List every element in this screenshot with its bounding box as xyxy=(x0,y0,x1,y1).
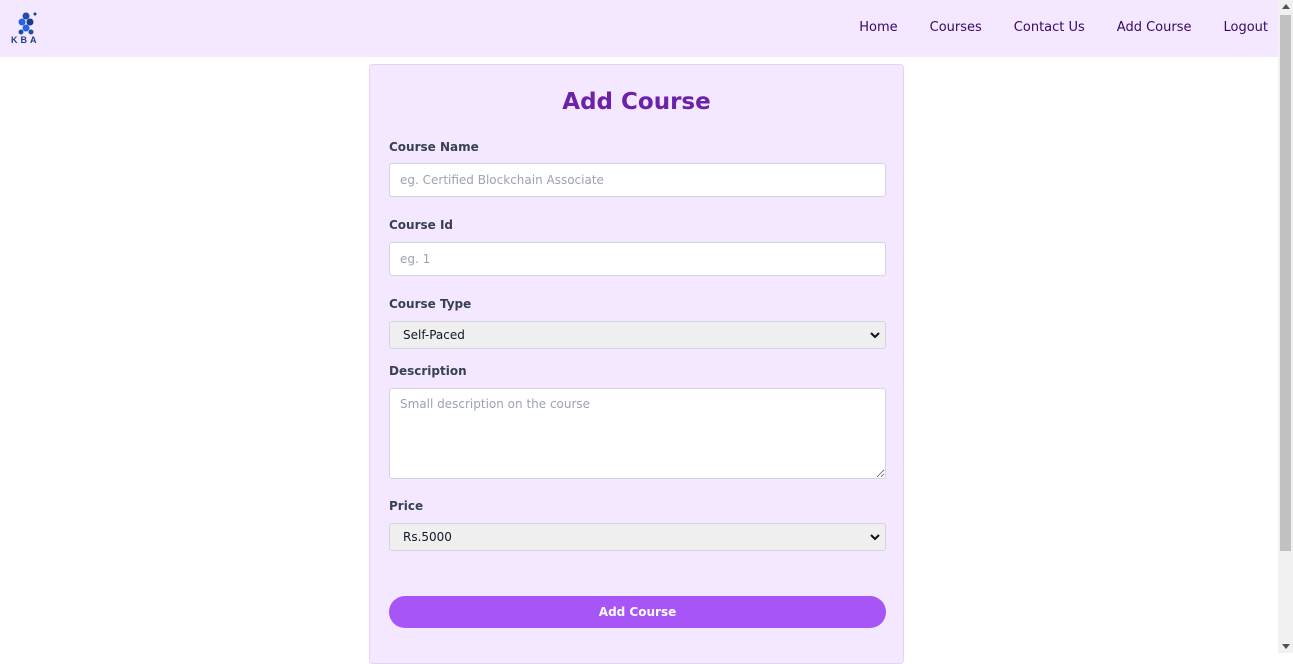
description-label: Description xyxy=(389,364,467,378)
nav-link-logout[interactable]: Logout xyxy=(1223,19,1268,36)
vertical-scrollbar[interactable] xyxy=(1278,0,1293,653)
chevron-down-icon xyxy=(870,534,880,541)
nav-link-contact-us[interactable]: Contact Us xyxy=(1014,19,1085,36)
form-title: Add Course xyxy=(562,89,711,115)
description-textarea[interactable] xyxy=(389,388,886,479)
add-course-button[interactable]: Add Course xyxy=(389,596,886,628)
course-type-select[interactable]: Self-Paced xyxy=(389,321,886,349)
price-value: Rs.5000 xyxy=(403,530,452,544)
add-course-form: Add Course Course Name Course Id Course … xyxy=(369,64,904,664)
course-id-input[interactable] xyxy=(389,242,886,276)
nav-link-courses[interactable]: Courses xyxy=(930,19,982,36)
nav-links: Home Courses Contact Us Add Course Logou… xyxy=(827,19,1268,36)
course-type-value: Self-Paced xyxy=(403,328,465,342)
course-name-input[interactable] xyxy=(389,163,886,197)
scrollbar-thumb[interactable] xyxy=(1280,15,1291,551)
chevron-down-icon xyxy=(870,332,880,339)
kba-logo[interactable]: KBA xyxy=(10,11,42,47)
kba-logo-graphic xyxy=(18,12,37,35)
price-label: Price xyxy=(389,499,424,513)
price-select[interactable]: Rs.5000 xyxy=(389,523,886,551)
nav-link-add-course[interactable]: Add Course xyxy=(1117,19,1192,36)
navbar: KBA Home Courses Contact Us Add Course L… xyxy=(0,0,1278,57)
nav-link-home[interactable]: Home xyxy=(859,19,897,36)
course-id-label: Course Id xyxy=(389,218,454,232)
scroll-down-arrow-icon[interactable] xyxy=(1282,644,1290,649)
logo-text: KBA xyxy=(11,35,40,45)
scroll-up-arrow-icon[interactable] xyxy=(1282,4,1290,9)
course-type-label: Course Type xyxy=(389,297,472,311)
course-name-label: Course Name xyxy=(389,140,479,154)
